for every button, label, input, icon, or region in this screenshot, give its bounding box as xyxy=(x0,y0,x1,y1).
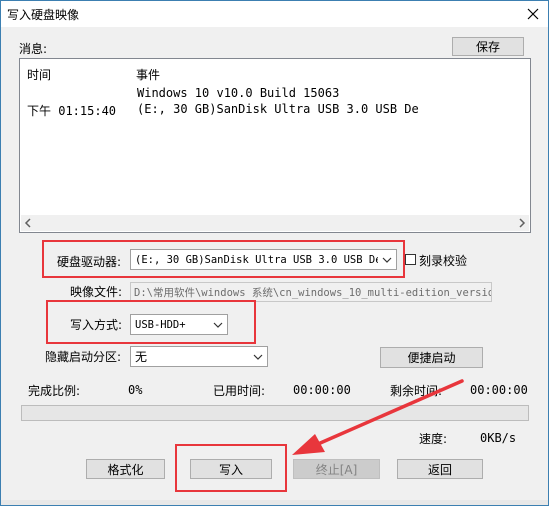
annotation-arrow-icon xyxy=(292,379,464,455)
background-window-edge xyxy=(1,500,548,505)
